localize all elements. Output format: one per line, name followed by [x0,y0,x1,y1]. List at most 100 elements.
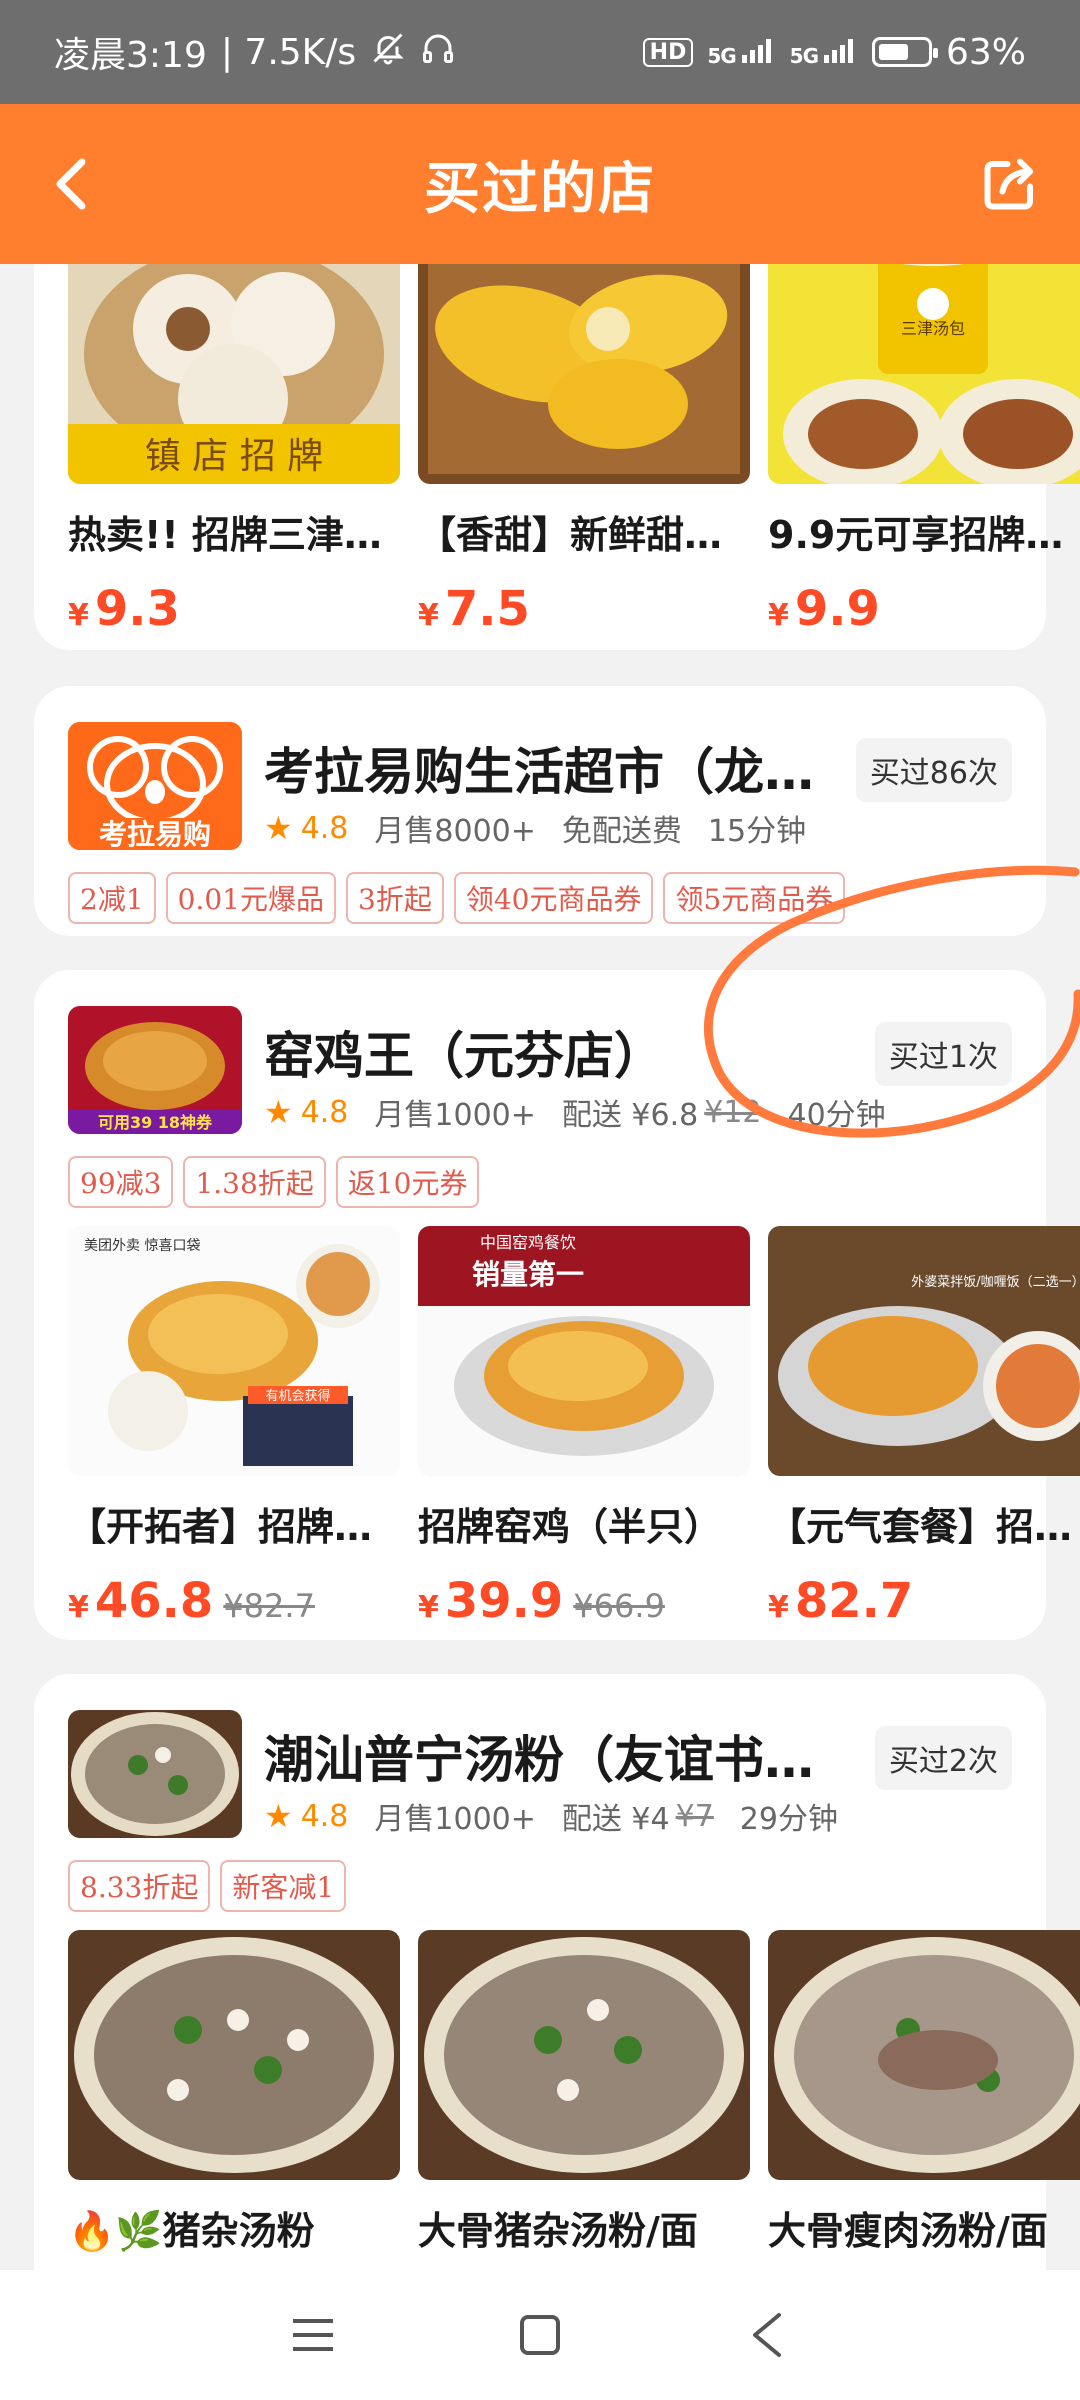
product-item[interactable]: 【香甜】新鲜甜玉米 ¥7.5 [418,264,750,637]
store-card[interactable]: 镇 店 招 牌 热卖!! 招牌三津汤包 ¥9.3 【香甜】新鲜甜玉米 ¥ 7.5… [34,264,1080,650]
product-name: 【香甜】新鲜甜玉米 [418,513,750,557]
product-image-text: 有机会获得 [265,1388,330,1404]
rating: 4.8 [300,1798,349,1834]
price-value: 46.8 [94,1573,214,1629]
product-row: 镇 店 招 牌 热卖!! 招牌三津汤包 ¥9.3 【香甜】新鲜甜玉米 ¥ 7.5… [68,264,1080,637]
store-logo: 考拉易购 [68,722,242,850]
battery-icon [871,37,938,67]
price-original: ¥82.7 [223,1587,315,1625]
store-header: 可用39 18神券 窑鸡王（元芬店） 买过1次 ★ 4.8 月售1000+ 配送… [68,1006,1012,1136]
back-triangle-icon [752,2313,781,2357]
product-image [418,264,750,484]
promo-tag: 99减3 [68,1156,174,1208]
net-speed: | 7.5K/s [220,31,357,73]
product-image: 外婆菜拌饭/咖喱饭（二选一） [768,1226,1080,1476]
product-item[interactable]: 大骨猪杂汤粉/面 [418,1930,750,2255]
store-name: 窑鸡王（元芬店） [264,1027,664,1085]
menu-icon [293,2319,334,2351]
product-item[interactable]: 三津汤包 9.9元可享招牌汤包 ¥9.9 [768,264,1080,637]
home-square-icon [519,2315,560,2355]
promo-tag: 2减1 [68,872,156,924]
price-value: 7.5 [444,581,530,637]
promo-tag: 新客减1 [220,1860,347,1912]
promo-tags: 8.33折起 新客减1 [68,1860,347,1912]
product-item[interactable]: 美团外卖 惊喜口袋 有机会获得 【开拓者】招牌窑鸡套餐 ¥46.8¥82.7 [68,1226,400,1629]
status-bar: 凌晨3:19 | 7.5K/s HD 5G 5G 63% [0,0,1080,104]
product-image [418,1930,750,2180]
star-icon: ★ [264,1797,293,1835]
bell-off-icon [370,30,406,75]
product-price: ¥39.9 ¥66.9 [418,1573,665,1629]
rating: 4.8 [300,810,349,846]
store-name: 考拉易购生活超市（龙… [264,743,814,801]
product-image [768,1930,1080,2180]
promo-tag: 领40元商品券 [453,872,654,924]
product-item[interactable]: 🔥🌿猪杂汤粉 [68,1930,400,2255]
product-price: ¥9.9 [768,581,880,637]
product-name: 热卖!! 招牌三津汤包 [68,513,400,557]
product-name: 招牌窑鸡（半只） [418,1505,723,1549]
home-button[interactable] [500,2295,580,2375]
delivery-fee: 免配送费 [561,814,682,849]
share-button[interactable] [970,144,1050,224]
promo-tags: 99减3 1.38折起 返10元券 [68,1156,480,1208]
system-back-button[interactable] [727,2295,807,2375]
app-header: 买过的店 [0,104,1080,264]
store-logo: 可用39 18神券 [68,1006,242,1134]
headset-icon [420,30,456,75]
delivery-time: 15分钟 [707,814,807,849]
star-icon: ★ [264,1093,293,1131]
product-row: 美团外卖 惊喜口袋 有机会获得 【开拓者】招牌窑鸡套餐 ¥46.8¥82.7 [68,1226,1080,1629]
bought-count-badge: 买过2次 [874,1726,1012,1790]
store-header: 考拉易购 考拉易购生活超市（龙… 买过86次 ★ 4.8 月售8000+ 免配送… [68,722,1012,852]
promo-tags: 2减1 0.01元爆品 3折起 领40元商品券 领5元商品券 [68,872,846,924]
product-image: 中国窑鸡餐饮 销量第一 [418,1226,750,1476]
signal-icon: 5G [790,37,858,68]
store-card[interactable]: 潮汕普宁汤粉（友谊书… 买过2次 ★ 4.8 月售1000+ 配送 ¥4 ¥7 … [34,1674,1080,2270]
product-image [68,1930,400,2180]
rating: 4.8 [300,1094,349,1130]
menu-button[interactable] [273,2295,353,2375]
product-price: ¥46.8 ¥82.7 [68,1573,315,1629]
product-image-text: 三津汤包 [901,319,965,338]
back-button[interactable] [32,144,112,224]
product-price: ¥7.5 [418,581,530,637]
product-image-text: 中国窑鸡餐饮 [480,1233,576,1252]
logo-text: 可用39 18神券 [98,1113,213,1132]
product-name: 🔥🌿猪杂汤粉 [68,2209,315,2253]
product-item[interactable]: 镇 店 招 牌 热卖!! 招牌三津汤包 ¥9.3 [68,264,400,637]
store-logo [68,1710,242,1838]
signal-icon: 5G [707,37,775,68]
monthly-sales: 月售8000+ [374,814,536,849]
signal-label: 5G [789,43,819,68]
logo-text: 考拉易购 [99,818,211,850]
product-name: 【元气套餐】招牌窑鸡 [768,1505,1080,1549]
monthly-sales: 月售1000+ [374,1802,536,1837]
page-title: 买过的店 [424,156,656,222]
promo-tag: 返10元券 [335,1156,480,1208]
product-price: ¥9.3 [68,581,180,637]
price-value: 39.9 [444,1573,564,1629]
product-item[interactable]: 外婆菜拌饭/咖喱饭（二选一） 【元气套餐】招牌窑鸡 ¥82.7 [768,1226,1080,1629]
share-icon [984,158,1033,210]
store-list[interactable]: 镇 店 招 牌 热卖!! 招牌三津汤包 ¥9.3 【香甜】新鲜甜玉米 ¥ 7.5… [0,264,1080,2270]
store-card[interactable]: 考拉易购 考拉易购生活超市（龙… 买过86次 ★ 4.8 月售8000+ 免配送… [34,686,1046,936]
product-item[interactable]: 大骨瘦肉汤粉/面 [768,1930,1080,2255]
system-nav-bar [0,2270,1080,2400]
store-card[interactable]: 可用39 18神券 窑鸡王（元芬店） 买过1次 ★ 4.8 月售1000+ 配送… [34,970,1080,1640]
promo-tag: 3折起 [346,872,444,924]
store-meta: ★ 4.8 月售8000+ 免配送费 15分钟 [264,806,806,850]
battery-level [878,44,908,60]
product-name: 【开拓者】招牌窑鸡套餐 [68,1505,400,1549]
signal-label: 5G [707,43,736,68]
product-image-text: 外婆菜拌饭/咖喱饭（二选一） [911,1275,1080,1290]
delivery-fee-original: ¥12 [704,1094,762,1130]
store-meta: ★ 4.8 月售1000+ 配送 ¥4 ¥7 29分钟 [264,1794,838,1838]
product-image-text: 美团外卖 惊喜口袋 [84,1238,200,1254]
star-icon: ★ [264,809,293,847]
product-name: 9.9元可享招牌汤包 [768,513,1080,557]
product-image: 三津汤包 [768,264,1080,484]
delivery-fee: 配送 ¥6.8 [561,1098,699,1133]
back-arrow-icon [56,158,86,210]
product-item[interactable]: 中国窑鸡餐饮 销量第一 招牌窑鸡（半只） ¥39.9 ¥66.9 [418,1226,750,1629]
